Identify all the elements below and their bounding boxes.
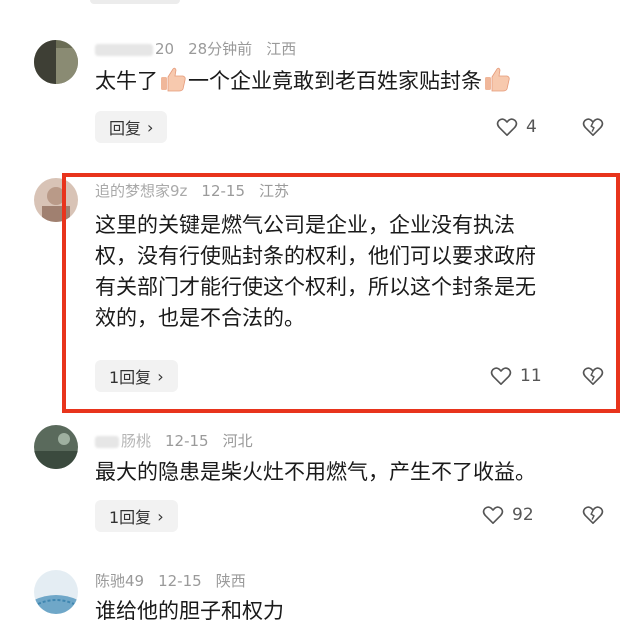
reply-label: 回复 <box>109 119 142 138</box>
thumbs-up-emoji-icon <box>485 67 510 92</box>
reply-label: 1回复 <box>109 508 152 527</box>
timestamp: 28分钟前 <box>188 40 253 58</box>
dislike-heart-icon <box>582 118 604 136</box>
previous-item-edge <box>90 0 180 4</box>
reply-button[interactable]: 1回复 › <box>95 500 178 532</box>
timestamp: 12-15 <box>158 572 202 590</box>
chevron-right-icon: › <box>147 117 154 137</box>
thumbs-up-emoji-icon <box>161 67 186 92</box>
avatar-image <box>34 40 78 84</box>
comment-meta: 肠桃 12-15 河北 <box>95 430 253 451</box>
username[interactable]: 20 <box>155 40 174 58</box>
heart-icon <box>496 118 518 136</box>
comment-meta: 陈驰49 12-15 陕西 <box>95 570 246 591</box>
timestamp: 12-15 <box>165 432 209 450</box>
username[interactable]: 陈驰49 <box>95 572 144 590</box>
like-count: 4 <box>526 117 537 137</box>
avatar[interactable] <box>34 40 78 84</box>
dislike-heart-icon <box>582 506 604 524</box>
comment-text: 谁给他的胆子和权力 <box>95 599 284 623</box>
username-blurred <box>95 435 119 448</box>
avatar[interactable] <box>34 425 78 469</box>
comment-meta: 20 28分钟前 江西 <box>95 38 296 59</box>
comment-text: 太牛了 一个企业竟敢到老百姓家贴封条 <box>95 66 512 97</box>
heart-icon <box>482 506 504 524</box>
comment-text: 最大的隐患是柴火灶不用燃气，产生不了收益。 <box>95 460 536 484</box>
reply-button[interactable]: 回复 › <box>95 111 168 143</box>
like-button[interactable]: 4 <box>496 117 537 137</box>
avatar[interactable] <box>34 570 78 614</box>
comment-text-part: 太牛了 <box>95 69 158 93</box>
dislike-button[interactable] <box>582 117 604 141</box>
location: 江西 <box>266 40 297 58</box>
dislike-button[interactable] <box>582 505 604 529</box>
chevron-right-icon: › <box>157 506 164 526</box>
avatar-image <box>34 425 78 469</box>
like-button[interactable]: 92 <box>482 505 534 525</box>
comment-text-part: 一个企业竟敢到老百姓家贴封条 <box>188 69 482 93</box>
like-count: 92 <box>512 505 534 525</box>
avatar-image <box>34 570 78 614</box>
location: 陕西 <box>215 572 246 590</box>
highlight-frame <box>62 173 620 413</box>
username[interactable]: 肠桃 <box>121 432 151 450</box>
username-blurred <box>95 43 153 56</box>
location: 河北 <box>222 432 253 450</box>
